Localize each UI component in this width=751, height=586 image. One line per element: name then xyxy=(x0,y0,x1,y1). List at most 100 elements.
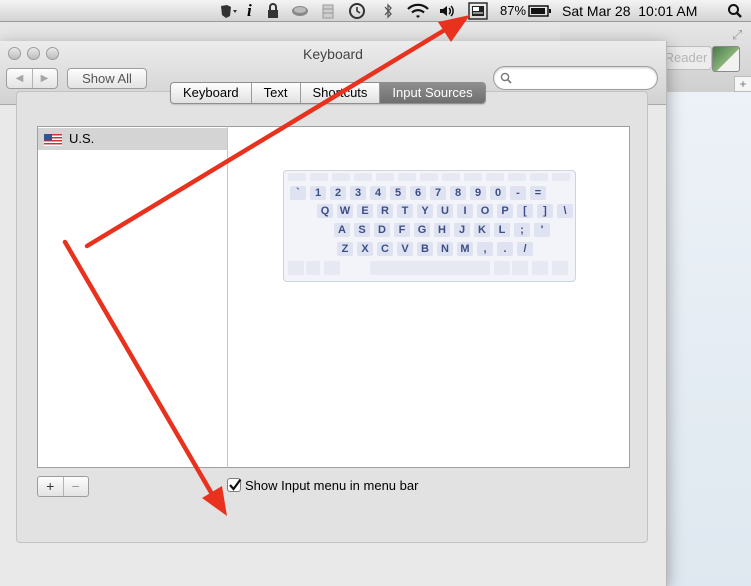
tab-bar: Keyboard Text Shortcuts Input Sources xyxy=(170,82,486,104)
tab-input-sources[interactable]: Input Sources xyxy=(380,83,485,103)
search-field xyxy=(493,66,658,90)
keyboard-key: J xyxy=(454,223,470,237)
show-input-menu-checkbox[interactable] xyxy=(227,478,242,492)
evernote-icon[interactable] xyxy=(218,2,240,20)
bluetooth-icon[interactable] xyxy=(383,2,393,20)
window-title: Keyboard xyxy=(303,46,363,62)
reader-button[interactable]: Reader xyxy=(660,46,712,70)
keyboard-layout-preview: ` 1 2 3 4 5 6 7 8 9 0- = Q W E R T Y U I O P [] \ A S D F G H J K L; ' Z X C… xyxy=(283,170,576,282)
spotlight-icon[interactable] xyxy=(727,2,743,20)
keyboard-key: D xyxy=(374,223,390,237)
keyboard-key: ' xyxy=(534,223,550,237)
keyboard-function-key xyxy=(508,173,526,181)
tab-keyboard[interactable]: Keyboard xyxy=(171,83,252,103)
keyboard-key: - xyxy=(510,186,526,200)
forward-button[interactable]: ▶ xyxy=(32,69,57,88)
time-machine-icon[interactable] xyxy=(348,2,366,20)
stacks-icon[interactable] xyxy=(321,2,335,20)
keyboard-key: W xyxy=(337,204,353,218)
volume-icon[interactable] xyxy=(438,2,456,20)
keyboard-key: 6 xyxy=(410,186,426,200)
list-item[interactable]: U.S. xyxy=(38,128,228,150)
keyboard-key: Z xyxy=(337,242,353,256)
keyboard-key: / xyxy=(517,242,533,256)
menu-bar: i 87% Sat Mar 28 10:01 AM xyxy=(0,0,751,22)
add-remove-buttons: + − xyxy=(37,476,89,497)
keyboard-key: 4 xyxy=(370,186,386,200)
keyboard-key: O xyxy=(477,204,493,218)
keyboard-key: V xyxy=(397,242,413,256)
keyboard-function-key xyxy=(288,173,306,181)
keyboard-key: U xyxy=(437,204,453,218)
keyboard-key: Q xyxy=(317,204,333,218)
keyboard-key: M xyxy=(457,242,473,256)
keyboard-modifier-key xyxy=(306,261,320,275)
keyboard-key: 9 xyxy=(470,186,486,200)
keyboard-key: = xyxy=(530,186,546,200)
keyboard-function-key xyxy=(310,173,328,181)
fullscreen-icon[interactable]: ⤢ xyxy=(732,27,742,43)
tab-shortcuts[interactable]: Shortcuts xyxy=(301,83,381,103)
keyboard-function-key xyxy=(332,173,350,181)
keyboard-key: 2 xyxy=(330,186,346,200)
list-item-label: U.S. xyxy=(69,131,95,146)
keyboard-key: 0 xyxy=(490,186,506,200)
keyboard-modifier-key xyxy=(288,261,304,275)
keyboard-key: L xyxy=(494,223,510,237)
keyboard-key: B xyxy=(417,242,433,256)
keyboard-key: \ xyxy=(557,204,573,218)
search-input[interactable] xyxy=(516,69,652,87)
keyboard-key: X xyxy=(357,242,373,256)
new-tab-plus-icon[interactable]: + xyxy=(734,76,751,92)
add-input-source-button[interactable]: + xyxy=(38,477,63,496)
keyboard-function-key xyxy=(464,173,482,181)
keyboard-modifier-key xyxy=(370,261,490,275)
keyboard-key: K xyxy=(474,223,490,237)
keyboard-key: ` xyxy=(290,186,306,200)
search-icon xyxy=(500,71,512,89)
input-sources-list: U.S. xyxy=(37,126,229,468)
keyboard-key: ] xyxy=(537,204,553,218)
keyboard-function-key xyxy=(530,173,548,181)
wifi-icon[interactable] xyxy=(406,2,430,20)
lock-icon[interactable] xyxy=(266,2,280,20)
battery-percent: 87% xyxy=(500,3,527,18)
tab-text[interactable]: Text xyxy=(252,83,301,103)
keyboard-function-key xyxy=(398,173,416,181)
keyboard-key: 8 xyxy=(450,186,466,200)
battery-icon[interactable] xyxy=(528,2,552,20)
keyboard-function-key xyxy=(354,173,372,181)
keyboard-key: E xyxy=(357,204,373,218)
keyboard-key: [ xyxy=(517,204,533,218)
remove-input-source-button[interactable]: − xyxy=(62,477,89,496)
keyboard-function-key xyxy=(442,173,460,181)
keyboard-key: G xyxy=(414,223,430,237)
info-icon[interactable]: i xyxy=(247,2,252,20)
keyboard-key: P xyxy=(497,204,513,218)
back-button[interactable]: ◀ xyxy=(7,69,33,88)
keyboard-function-key xyxy=(552,173,570,181)
keyboard-key: I xyxy=(457,204,473,218)
keyboard-key: F xyxy=(394,223,410,237)
thumbnail-icon[interactable] xyxy=(712,46,740,72)
input-menu-icon[interactable] xyxy=(468,2,488,20)
keyboard-function-key xyxy=(376,173,394,181)
keyboard-key: 1 xyxy=(310,186,326,200)
keyboard-modifier-key xyxy=(532,261,548,275)
keyboard-key: Y xyxy=(417,204,433,218)
keyboard-key: C xyxy=(377,242,393,256)
keyboard-function-key xyxy=(486,173,504,181)
keyboard-modifier-key xyxy=(512,261,528,275)
show-input-menu-label[interactable]: Show Input menu in menu bar xyxy=(245,478,418,493)
drive-icon[interactable] xyxy=(290,2,310,20)
show-all-button[interactable]: Show All xyxy=(67,68,147,89)
menubar-clock[interactable]: Sat Mar 28 10:01 AM xyxy=(562,2,697,20)
keyboard-key: 3 xyxy=(350,186,366,200)
keyboard-key: A xyxy=(334,223,350,237)
keyboard-modifier-key xyxy=(324,261,340,275)
keyboard-key: . xyxy=(497,242,513,256)
keyboard-key: T xyxy=(397,204,413,218)
keyboard-key: , xyxy=(477,242,493,256)
keyboard-key: R xyxy=(377,204,393,218)
keyboard-key: 5 xyxy=(390,186,406,200)
